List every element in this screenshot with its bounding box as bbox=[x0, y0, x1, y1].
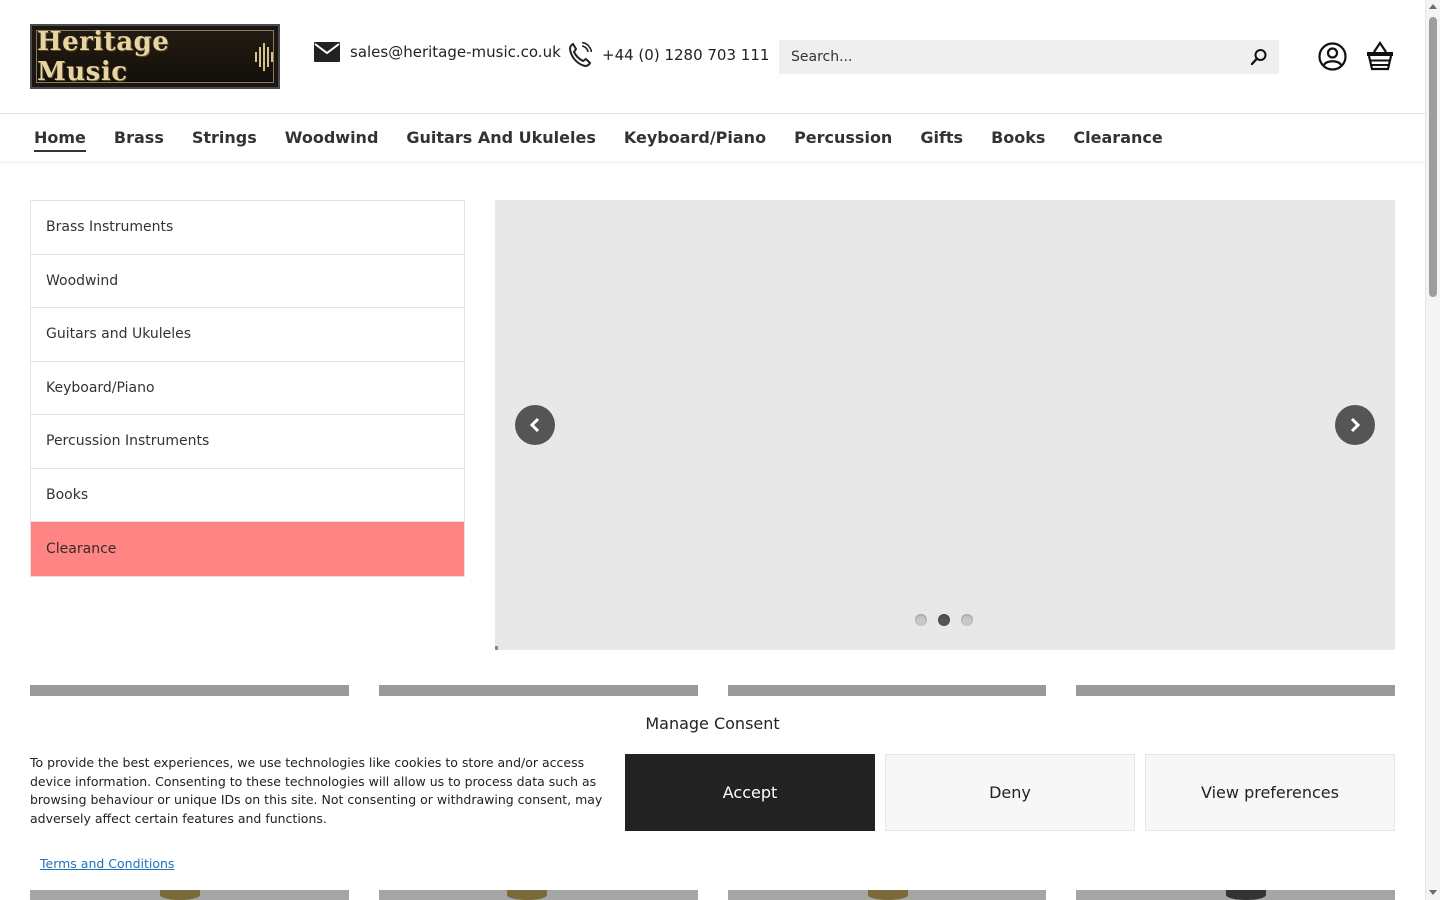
slider-prev-button[interactable] bbox=[515, 405, 555, 445]
envelope-icon bbox=[314, 42, 340, 62]
main-nav: Home Brass Strings Woodwind Guitars And … bbox=[0, 114, 1425, 161]
slider-dot[interactable] bbox=[961, 614, 973, 626]
sidebar-item-percussion-instruments[interactable]: Percussion Instruments bbox=[31, 415, 464, 469]
product-card-bar bbox=[379, 685, 698, 696]
product-card-bar bbox=[1076, 685, 1395, 696]
email-text: sales@heritage-music.co.uk bbox=[350, 43, 561, 61]
nav-item-percussion[interactable]: Percussion bbox=[794, 114, 892, 161]
sidebar-item-clearance[interactable]: Clearance bbox=[31, 522, 464, 576]
site-logo[interactable]: Heritage Music bbox=[30, 24, 280, 89]
product-image[interactable] bbox=[379, 890, 698, 900]
nav-item-woodwind[interactable]: Woodwind bbox=[285, 114, 379, 161]
slider-dot[interactable] bbox=[915, 614, 927, 626]
search-bar bbox=[779, 40, 1279, 74]
search-icon bbox=[1250, 49, 1267, 66]
nav-item-clearance[interactable]: Clearance bbox=[1073, 114, 1162, 161]
slider-progress-bar bbox=[495, 646, 498, 650]
sidebar-item-books[interactable]: Books bbox=[31, 468, 464, 522]
accept-button[interactable]: Accept bbox=[625, 754, 875, 831]
nav-item-keyboard-piano[interactable]: Keyboard/Piano bbox=[624, 114, 766, 161]
slider-next-button[interactable] bbox=[1335, 405, 1375, 445]
deny-button[interactable]: Deny bbox=[885, 754, 1135, 831]
nav-item-home[interactable]: Home bbox=[34, 114, 86, 161]
category-sidebar: Brass Instruments Woodwind Guitars and U… bbox=[30, 200, 465, 577]
nav-item-guitars-and-ukuleles[interactable]: Guitars And Ukuleles bbox=[406, 114, 595, 161]
sidebar-item-brass-instruments[interactable]: Brass Instruments bbox=[31, 201, 464, 255]
nav-item-strings[interactable]: Strings bbox=[192, 114, 257, 161]
nav-item-brass[interactable]: Brass bbox=[114, 114, 164, 161]
logo-bars-icon bbox=[255, 42, 273, 72]
nav-item-books[interactable]: Books bbox=[991, 114, 1045, 161]
product-card-bar bbox=[30, 685, 349, 696]
chevron-left-icon bbox=[529, 417, 540, 433]
page-scrollbar[interactable] bbox=[1425, 0, 1440, 900]
slider-dots bbox=[915, 614, 973, 626]
phone-text: +44 (0) 1280 703 111 bbox=[602, 46, 770, 64]
slider-dot-active[interactable] bbox=[938, 614, 950, 626]
contact-email[interactable]: sales@heritage-music.co.uk bbox=[314, 42, 561, 62]
account-icon[interactable] bbox=[1318, 42, 1347, 75]
view-preferences-button[interactable]: View preferences bbox=[1145, 754, 1395, 831]
phone-icon bbox=[568, 42, 592, 68]
sidebar-item-woodwind[interactable]: Woodwind bbox=[31, 254, 464, 308]
sidebar-item-keyboard-piano[interactable]: Keyboard/Piano bbox=[31, 361, 464, 415]
consent-text: To provide the best experiences, we use … bbox=[30, 755, 603, 826]
product-card-bar bbox=[728, 685, 1046, 696]
product-image[interactable] bbox=[30, 890, 349, 900]
logo-text: Heritage Music bbox=[37, 26, 170, 87]
terms-link[interactable]: Terms and Conditions bbox=[40, 856, 174, 871]
site-header: Heritage Music sales@heritage-music.co.u… bbox=[0, 0, 1425, 114]
scroll-thumb[interactable] bbox=[1429, 17, 1437, 297]
sidebar-item-guitars-and-ukuleles[interactable]: Guitars and Ukuleles bbox=[31, 308, 464, 362]
nav-item-gifts[interactable]: Gifts bbox=[920, 114, 963, 161]
chevron-right-icon bbox=[1350, 417, 1361, 433]
product-image[interactable] bbox=[1076, 890, 1395, 900]
scroll-down-arrow-icon[interactable] bbox=[1429, 890, 1437, 895]
logo-frame: Heritage Music bbox=[36, 27, 274, 87]
scroll-up-arrow-icon[interactable] bbox=[1429, 4, 1437, 9]
consent-title: Manage Consent bbox=[645, 714, 780, 733]
hero-slider bbox=[495, 200, 1395, 650]
contact-phone[interactable]: +44 (0) 1280 703 111 bbox=[568, 42, 769, 68]
product-image[interactable] bbox=[728, 890, 1046, 900]
search-input[interactable] bbox=[779, 40, 1239, 74]
basket-icon[interactable] bbox=[1366, 41, 1394, 75]
search-button[interactable] bbox=[1239, 40, 1279, 74]
cookie-consent-banner: Manage Consent To provide the best exper… bbox=[0, 700, 1425, 888]
